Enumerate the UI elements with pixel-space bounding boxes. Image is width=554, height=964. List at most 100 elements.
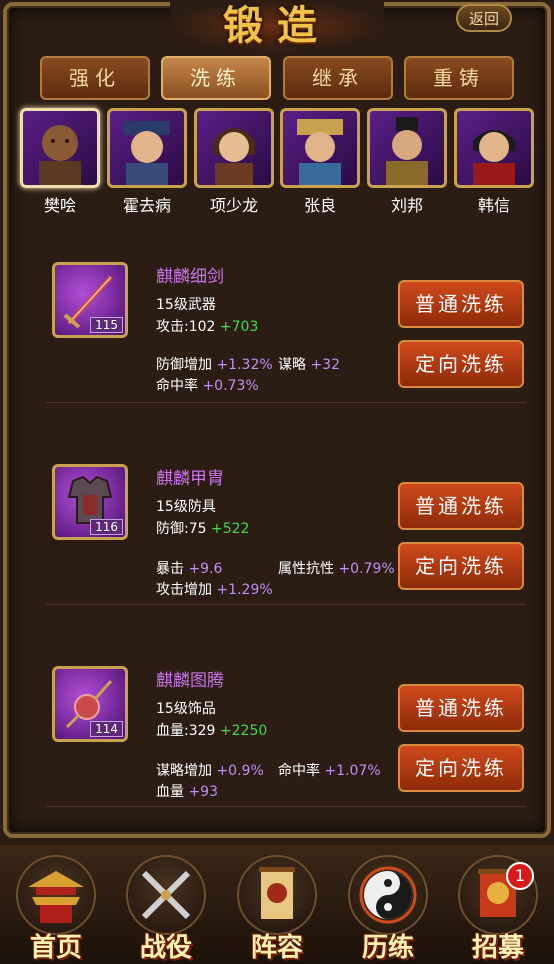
- item-level: 114: [90, 721, 123, 737]
- normal-refine-button[interactable]: 普通洗练: [398, 280, 524, 328]
- nav-label: 战役: [139, 933, 192, 963]
- normal-refine-button[interactable]: 普通洗练: [398, 684, 524, 732]
- hero-portrait: [194, 108, 274, 188]
- item-name: 麒麟细剑: [156, 267, 224, 287]
- forge-panel: 锻造 返回 强化 洗练 继承 重铸 樊哙 霍去病 项少龙 张良 刘邦 韩信 11…: [0, 0, 554, 845]
- equipment-item-accessory: 114 麒麟图腾 15级饰品 血量:329 +2250 谋略增加 +0.9% 命…: [46, 666, 526, 816]
- sub-stat-label: 攻击增加: [156, 582, 212, 598]
- directed-refine-button[interactable]: 定向洗练: [398, 340, 524, 388]
- sub-stat-value: +9.6: [188, 561, 223, 577]
- item-divider: [46, 604, 526, 605]
- hero-portrait: [367, 108, 447, 188]
- sub-stat-value: +1.29%: [216, 582, 273, 598]
- main-stat-label: 血量:329: [156, 723, 216, 739]
- hero-slot-xiangshaolong[interactable]: 项少龙: [194, 108, 274, 218]
- sub-stat-3: 命中率 +0.73%: [156, 375, 259, 395]
- hero-slot-liubang[interactable]: 刘邦: [367, 108, 447, 218]
- hero-name: 张良: [303, 196, 336, 215]
- sub-stat-label: 暴击: [156, 561, 184, 577]
- normal-refine-button[interactable]: 普通洗练: [398, 482, 524, 530]
- item-type: 15级饰品: [156, 701, 216, 717]
- nav-battle[interactable]: 战役: [116, 855, 216, 963]
- sub-stat-label: 血量: [156, 784, 184, 800]
- sub-stat-label: 属性抗性: [278, 561, 334, 577]
- title-backdrop: 锻造: [170, 0, 384, 52]
- tab-bar: 强化 洗练 继承 重铸: [40, 56, 514, 100]
- main-stat-bonus: +522: [210, 521, 250, 537]
- hero-slot-fankuai[interactable]: 樊哙: [20, 108, 100, 218]
- hero-slot-zhangliang[interactable]: 张良: [280, 108, 360, 218]
- tab-inherit[interactable]: 继承: [283, 56, 393, 100]
- sub-stat-value: +1.32%: [216, 357, 273, 373]
- item-main-stat: 防御:75 +522: [156, 518, 249, 538]
- tab-refine[interactable]: 洗练: [161, 56, 271, 100]
- hero-name: 项少龙: [209, 196, 258, 215]
- sub-stat-3: 攻击增加 +1.29%: [156, 579, 273, 599]
- sub-stat-value: +93: [188, 784, 218, 800]
- sub-stat-value: +32: [310, 357, 340, 373]
- sub-stat-1: 谋略增加 +0.9%: [156, 760, 264, 780]
- armor-icon[interactable]: 116: [52, 464, 128, 540]
- main-stat-label: 攻击:102: [156, 319, 216, 335]
- nav-label: 历练: [361, 933, 414, 963]
- sub-stat-value: +0.9%: [216, 763, 264, 779]
- yin-yang-icon: [348, 855, 428, 935]
- sub-stat-label: 命中率: [156, 378, 198, 394]
- sub-stat-2: 属性抗性 +0.79%: [278, 558, 395, 578]
- nav-lineup[interactable]: 阵容: [227, 855, 327, 963]
- item-main-stat: 攻击:102 +703: [156, 316, 258, 336]
- item-level: 116: [90, 519, 123, 535]
- palace-icon: [16, 855, 96, 935]
- hero-name: 韩信: [477, 196, 510, 215]
- crossed-swords-icon: [126, 855, 206, 935]
- item-name: 麒麟甲胄: [156, 469, 224, 489]
- hero-portrait: [20, 108, 100, 188]
- nav-label: 首页: [29, 933, 82, 963]
- nav-home[interactable]: 首页: [6, 855, 106, 963]
- hero-portrait: [107, 108, 187, 188]
- sub-stat-value: +1.07%: [324, 763, 381, 779]
- nav-training[interactable]: 历练: [338, 855, 438, 963]
- item-divider: [46, 806, 526, 807]
- back-button[interactable]: 返回: [456, 4, 512, 32]
- equipment-item-armor: 116 麒麟甲胄 15级防具 防御:75 +522 暴击 +9.6 属性抗性 +…: [46, 464, 526, 614]
- hero-name: 霍去病: [122, 196, 171, 215]
- sub-stat-1: 防御增加 +1.32%: [156, 354, 273, 374]
- sub-stat-value: +0.73%: [202, 378, 259, 394]
- directed-refine-button[interactable]: 定向洗练: [398, 744, 524, 792]
- main-stat-bonus: +2250: [219, 723, 268, 739]
- item-name: 麒麟图腾: [156, 671, 224, 691]
- sub-stat-1: 暴击 +9.6: [156, 558, 222, 578]
- hero-name: 樊哙: [43, 196, 76, 215]
- main-stat-bonus: +703: [219, 319, 259, 335]
- directed-refine-button[interactable]: 定向洗练: [398, 542, 524, 590]
- item-divider: [46, 402, 526, 403]
- tab-enhance[interactable]: 强化: [40, 56, 150, 100]
- equipment-item-weapon: 115 麒麟细剑 15级武器 攻击:102 +703 防御增加 +1.32% 谋…: [46, 262, 526, 412]
- hero-portrait: [280, 108, 360, 188]
- item-level: 115: [90, 317, 123, 333]
- banner-icon: [237, 855, 317, 935]
- nav-label: 阵容: [250, 933, 303, 963]
- sub-stat-label: 谋略增加: [156, 763, 212, 779]
- sub-stat-value: +0.79%: [338, 561, 395, 577]
- item-type: 15级防具: [156, 499, 216, 515]
- hero-slot-huoqubing[interactable]: 霍去病: [107, 108, 187, 218]
- sub-stat-2: 谋略 +32: [278, 354, 340, 374]
- page-title: 锻造: [223, 2, 331, 49]
- sub-stat-3: 血量 +93: [156, 781, 218, 801]
- item-type: 15级武器: [156, 297, 216, 313]
- tab-reforge[interactable]: 重铸: [404, 56, 514, 100]
- sub-stat-2: 命中率 +1.07%: [278, 760, 381, 780]
- main-stat-label: 防御:75: [156, 521, 207, 537]
- item-main-stat: 血量:329 +2250: [156, 720, 267, 740]
- hero-slot-hanxin[interactable]: 韩信: [454, 108, 534, 218]
- hero-name: 刘邦: [390, 196, 423, 215]
- totem-icon[interactable]: 114: [52, 666, 128, 742]
- nav-label: 招募: [471, 933, 524, 963]
- sword-icon[interactable]: 115: [52, 262, 128, 338]
- recruit-notification-badge: 1: [506, 862, 534, 890]
- sub-stat-label: 命中率: [278, 763, 320, 779]
- sub-stat-label: 谋略: [278, 357, 306, 373]
- sub-stat-label: 防御增加: [156, 357, 212, 373]
